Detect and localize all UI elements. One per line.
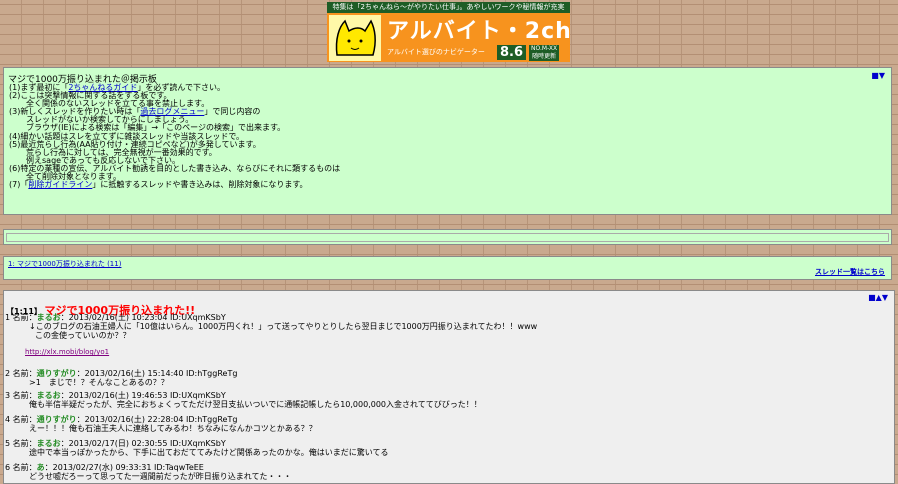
post-body-line: この金使っていいのか？？ (35, 331, 131, 340)
mascot-cat-icon (329, 15, 381, 61)
post-meta: ：2013/02/16(土) 10:23:04 ID:UXqmKSbY (60, 313, 226, 322)
post-author: まるお (36, 391, 61, 400)
post-author: 通りすがり (36, 415, 77, 424)
post-author: まるお (36, 439, 61, 448)
post-meta: ：2013/02/17(日) 02:30:55 ID:UXqmKSbY (60, 439, 226, 448)
post: 2 名前：通りすがり：2013/02/16(土) 15:14:40 ID:hTg… (5, 369, 237, 387)
banner-issue: NO.M-XX 随時更新 (529, 45, 560, 61)
post-meta: ：2013/02/27(水) 09:33:31 ID:TaqwTeEE (44, 463, 204, 472)
post-name-label: 名前： (12, 439, 37, 448)
thread-list-item[interactable]: 1: マジで1000万振り込まれた (11) (8, 259, 121, 269)
post: 5 名前：まるお：2013/02/17(日) 02:30:55 ID:UXqmK… (5, 439, 389, 457)
post-meta: ：2013/02/16(土) 22:28:04 ID:hTggReTg (76, 415, 238, 424)
post-meta: ：2013/02/16(土) 19:46:53 ID:UXqmKSbY (60, 391, 226, 400)
thread-box: ■▲▼ 【1:11】 マジで1000万振り込まれた!! 1 名前：まるお：201… (3, 290, 895, 484)
separator-inner (6, 233, 889, 242)
rule-link[interactable]: 削除ガイドライン (28, 180, 92, 189)
banner-date: 8.6 (497, 45, 527, 60)
post-number: 6 (5, 463, 11, 472)
rules-nav-arrows[interactable]: ■▼ (871, 71, 885, 80)
post-number: 5 (5, 439, 11, 448)
post: 6 名前：あ：2013/02/27(水) 09:33:31 ID:TaqwTeE… (5, 463, 291, 481)
post-name-label: 名前： (12, 313, 37, 322)
thread-list-box: 1: マジで1000万振り込まれた (11) スレッド一覧はこちら (3, 256, 892, 280)
post-name-label: 名前： (12, 369, 37, 378)
rule-text: (7)「 (9, 180, 29, 190)
post-number: 1 (5, 313, 11, 322)
post-body-line: 俺も半信半疑だったが、完全におちょくってただけ翌日支払いついでに通帳記帳したら1… (29, 400, 482, 409)
site-banner[interactable]: 特集は「2ちゃんねら～がやりたい仕事」。あやしいワークや秘情報が充実 アルバイト… (327, 2, 570, 62)
board-rules-box: ■▼ マジで1000万振り込まれた＠掲示板 (1)まず最初に「2ちゃんねるガイド… (3, 67, 892, 215)
post-header: 3 名前：まるお：2013/02/16(土) 19:46:53 ID:UXqmK… (5, 391, 482, 400)
post: 4 名前：通りすがり：2013/02/16(土) 22:28:04 ID:hTg… (5, 415, 317, 433)
banner-title: アルバイト・2ch¥0 (387, 19, 570, 44)
post-header: 2 名前：通りすがり：2013/02/16(土) 15:14:40 ID:hTg… (5, 369, 237, 378)
post-header: 6 名前：あ：2013/02/27(水) 09:33:31 ID:TaqwTeE… (5, 463, 291, 472)
rules-list: (1)まず最初に「2ちゃんねるガイド」を必ず読んで下さい。 (2)ここは突撃情報に… (9, 83, 340, 189)
post-body-line: ↓このブログの石油王婦人に「10億はいらん。1000万円くれ！」って送ってやりと… (29, 322, 538, 331)
post-spacer (5, 340, 537, 348)
post-number: 2 (5, 369, 11, 378)
post-body-line: >1 まじで！？そんなことあるの？？ (29, 378, 169, 387)
rule-text: 」に抵触するスレッドや書き込みは、削除対象になります。 (92, 180, 308, 190)
post-header: 1 名前：まるお：2013/02/16(土) 10:23:04 ID:UXqmK… (5, 313, 537, 322)
post-number: 3 (5, 391, 11, 400)
post-body-line: えー！！！俺も石油王夫人に連絡してみるわ！ちなみになんかコツとかある？？ (29, 424, 317, 433)
post-link[interactable]: http://xlx.mobi/blog/yo1 (5, 348, 537, 357)
post-meta: ：2013/02/16(土) 15:14:40 ID:hTggReTg (76, 369, 238, 378)
post: 3 名前：まるお：2013/02/16(土) 19:46:53 ID:UXqmK… (5, 391, 482, 409)
post-author: あ (36, 463, 45, 472)
post-header: 4 名前：通りすがり：2013/02/16(土) 22:28:04 ID:hTg… (5, 415, 317, 424)
post-body-line: 途中で本当っぽかったから、下手に出ておだててみたけど関係あったのかな。俺はいまだ… (29, 448, 389, 457)
post-number: 4 (5, 415, 11, 424)
post: 1 名前：まるお：2013/02/16(土) 10:23:04 ID:UXqmK… (5, 313, 537, 357)
post-author: まるお (36, 313, 61, 322)
rule-line: (7)「削除ガイドライン」に抵触するスレッドや書き込みは、削除対象になります。 (9, 181, 340, 189)
post-body-line: どうせ嘘だろーって思ってた一週間前だったが昨日振り込まれてた・・・ (29, 472, 292, 481)
post-name-label: 名前： (12, 415, 37, 424)
banner-subtitle: アルバイト選びのナビゲーター (387, 48, 485, 56)
post-header: 5 名前：まるお：2013/02/17(日) 02:30:55 ID:UXqmK… (5, 439, 389, 448)
separator-bar (3, 229, 892, 245)
all-threads-link[interactable]: スレッド一覧はこちら (815, 267, 885, 277)
rule-text: 」で同じ内容の (204, 107, 261, 117)
banner-tagline: 特集は「2ちゃんねら～がやりたい仕事」。あやしいワークや秘情報が充実 (327, 2, 570, 13)
post-name-label: 名前： (12, 391, 37, 400)
post-name-label: 名前： (12, 463, 37, 472)
post-author: 通りすがり (36, 369, 77, 378)
thread-nav-arrows[interactable]: ■▲▼ (868, 293, 888, 302)
